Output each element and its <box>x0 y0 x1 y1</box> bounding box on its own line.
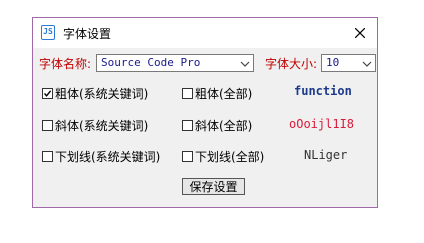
font-settings-dialog: JS 字体设置 字体名称: Source Code Pro 字体大小: 10 粗… <box>32 17 378 208</box>
preview-name: NLiger <box>304 148 348 162</box>
font-size-select[interactable]: 10 <box>321 54 376 72</box>
checkbox-box <box>42 87 53 99</box>
checkbox-label: 下划线(系统关键词) <box>55 149 161 164</box>
preview-keyword: function <box>294 84 352 98</box>
italic-all-checkbox[interactable]: 斜体(全部) <box>182 117 252 133</box>
checkbox-label: 斜体(系统关键词) <box>55 118 149 133</box>
close-icon <box>355 28 365 38</box>
checkbox-box <box>182 119 193 131</box>
preview-sample: oOoijl1I8 <box>289 117 355 131</box>
bold-all-checkbox[interactable]: 粗体(全部) <box>182 85 252 101</box>
js-file-icon: JS <box>41 25 55 40</box>
checkbox-label: 粗体(全部) <box>195 86 253 101</box>
checkmark-icon <box>43 89 52 97</box>
underline-all-checkbox[interactable]: 下划线(全部) <box>182 148 264 164</box>
checkbox-label: 斜体(全部) <box>195 118 253 133</box>
title-bar: JS 字体设置 <box>33 18 377 48</box>
checkbox-box <box>42 150 53 162</box>
chevron-down-icon <box>240 61 250 67</box>
checkbox-box <box>42 119 53 131</box>
save-settings-button[interactable]: 保存设置 <box>182 178 245 195</box>
font-name-select[interactable]: Source Code Pro <box>96 54 254 72</box>
bold-keywords-checkbox[interactable]: 粗体(系统关键词) <box>42 85 148 101</box>
italic-keywords-checkbox[interactable]: 斜体(系统关键词) <box>42 117 148 133</box>
checkbox-box <box>182 87 193 99</box>
font-size-value: 10 <box>326 56 340 69</box>
close-button[interactable] <box>347 21 373 45</box>
checkbox-box <box>182 150 193 162</box>
chevron-down-icon <box>362 61 372 67</box>
window-title: 字体设置 <box>63 27 112 41</box>
checkbox-label: 下划线(全部) <box>195 149 265 164</box>
font-name-value: Source Code Pro <box>101 56 201 69</box>
checkbox-label: 粗体(系统关键词) <box>55 86 149 101</box>
font-size-label: 字体大小: <box>265 57 318 71</box>
font-name-label: 字体名称: <box>39 57 92 71</box>
underline-keywords-checkbox[interactable]: 下划线(系统关键词) <box>42 148 160 164</box>
